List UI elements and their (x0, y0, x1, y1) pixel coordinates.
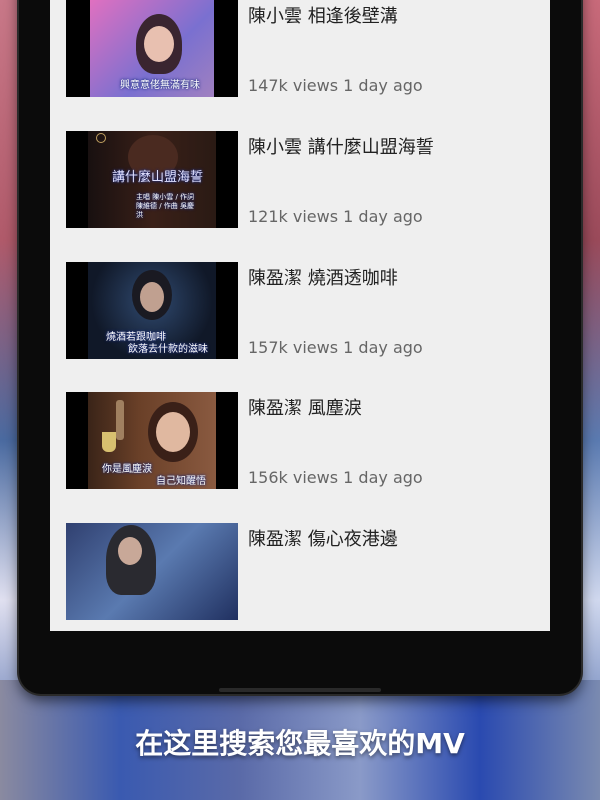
video-item[interactable]: 你是風塵淚 自己知醒悟 陳盈潔 風塵淚 156k views 1 day ago (66, 392, 536, 490)
thumbnail-credits: 主唱 陳小雲 / 作詞 陳維德 / 作曲 吳慶洪 (136, 193, 195, 219)
video-meta: 121k views 1 day ago (248, 207, 423, 226)
thumbnail-caption-2: 自己知醒悟 (156, 476, 206, 487)
video-thumbnail[interactable]: 講什麼山盟海誓 主唱 陳小雲 / 作詞 陳維德 / 作曲 吳慶洪 (66, 131, 238, 228)
promo-tagline: 在这里搜索您最喜欢的MV (135, 727, 465, 760)
video-thumbnail[interactable]: 你是風塵淚 自己知醒悟 (66, 392, 238, 489)
video-item[interactable]: 陳盈潔 傷心夜港邊 (66, 523, 536, 621)
home-indicator (219, 688, 381, 692)
thumbnail-caption: 興意意佬無滿有味 (120, 80, 200, 91)
video-item[interactable]: 講什麼山盟海誓 主唱 陳小雲 / 作詞 陳維德 / 作曲 吳慶洪 陳小雲 講什麼… (66, 131, 536, 229)
thumbnail-caption: 你是風塵淚 (102, 464, 152, 475)
video-item[interactable]: 興意意佬無滿有味 陳小雲 相逢後壁溝 147k views 1 day ago (66, 0, 536, 98)
video-item[interactable]: 燒酒若跟咖啡 飲落去什款的滋味 陳盈潔 燒酒透咖啡 157k views 1 d… (66, 262, 536, 360)
tablet-frame: 興意意佬無滿有味 陳小雲 相逢後壁溝 147k views 1 day ago … (19, 0, 581, 694)
video-meta: 156k views 1 day ago (248, 468, 423, 487)
thumbnail-caption: 講什麼山盟海誓 (112, 170, 204, 185)
thumbnail-caption-2: 飲落去什款的滋味 (128, 344, 208, 355)
video-title[interactable]: 陳小雲 相逢後壁溝 (248, 2, 398, 28)
video-title[interactable]: 陳盈潔 傷心夜港邊 (248, 525, 398, 551)
video-thumbnail[interactable]: 興意意佬無滿有味 (66, 0, 238, 97)
video-meta: 157k views 1 day ago (248, 338, 423, 357)
video-thumbnail[interactable]: 燒酒若跟咖啡 飲落去什款的滋味 (66, 262, 238, 359)
video-title[interactable]: 陳盈潔 燒酒透咖啡 (248, 264, 398, 290)
video-list[interactable]: 興意意佬無滿有味 陳小雲 相逢後壁溝 147k views 1 day ago … (50, 0, 550, 631)
video-title[interactable]: 陳盈潔 風塵淚 (248, 394, 362, 420)
video-title[interactable]: 陳小雲 講什麼山盟海誓 (248, 133, 434, 159)
video-thumbnail[interactable] (66, 523, 238, 620)
video-meta: 147k views 1 day ago (248, 76, 423, 95)
